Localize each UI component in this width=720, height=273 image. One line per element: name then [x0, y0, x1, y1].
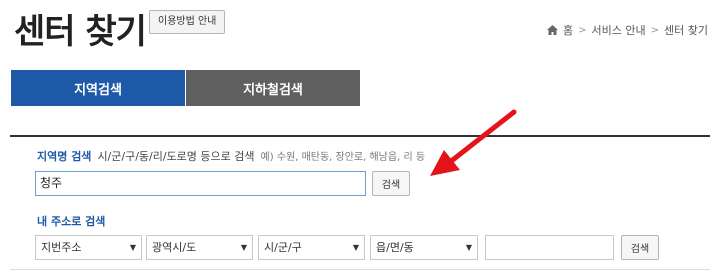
tab-subway-search[interactable]: 지하철검색: [186, 70, 360, 106]
town-value: 읍/면/동: [376, 241, 414, 254]
region-search-button[interactable]: 검색: [372, 171, 410, 196]
province-value: 광역시/도: [152, 241, 197, 254]
city-value: 시/군/구: [264, 241, 302, 254]
tab-region-search[interactable]: 지역검색: [11, 70, 185, 106]
usage-guide-button[interactable]: 이용방법 안내: [149, 10, 226, 34]
breadcrumb-current: 센터 찾기: [664, 24, 708, 37]
region-search-description: 시/군/구/동/리/도로명 등으로 검색: [97, 150, 255, 163]
town-select[interactable]: 읍/면/동 ▼: [370, 235, 478, 260]
chevron-right-icon: >: [650, 24, 660, 36]
search-tabs: 지역검색 지하철검색: [11, 70, 361, 106]
annotation-arrow-icon: [430, 109, 517, 176]
breadcrumb: 홈 > 서비스 안내 > 센터 찾기: [547, 22, 708, 38]
dropdown-arrow-icon: ▼: [352, 243, 359, 252]
province-select[interactable]: 광역시/도 ▼: [146, 235, 253, 260]
breadcrumb-service-guide[interactable]: 서비스 안내: [592, 22, 646, 38]
address-type-value: 지번주소: [41, 241, 82, 254]
home-icon[interactable]: [547, 25, 558, 35]
address-search-title: 내 주소로 검색: [37, 215, 106, 228]
region-search-title: 지역명 검색: [37, 150, 92, 163]
city-select[interactable]: 시/군/구 ▼: [258, 235, 365, 260]
breadcrumb-home[interactable]: 홈: [563, 22, 573, 38]
dropdown-arrow-icon: ▼: [240, 243, 247, 252]
address-detail-input[interactable]: [485, 235, 614, 260]
chevron-right-icon: >: [578, 24, 587, 36]
page-title: 센터 찾기: [14, 12, 147, 52]
address-search-button[interactable]: 검색: [621, 235, 659, 260]
dropdown-arrow-icon: ▼: [129, 243, 136, 252]
address-type-select[interactable]: 지번주소 ▼: [35, 235, 142, 260]
region-search-example: 예) 수원, 매탄동, 장안로, 해남읍, 리 등: [260, 152, 426, 163]
dropdown-arrow-icon: ▼: [465, 243, 472, 252]
region-search-input[interactable]: 청주: [35, 171, 366, 196]
region-search-label: 지역명 검색 시/군/구/동/리/도로명 등으로 검색 예) 수원, 매탄동, 장안…: [37, 148, 425, 164]
